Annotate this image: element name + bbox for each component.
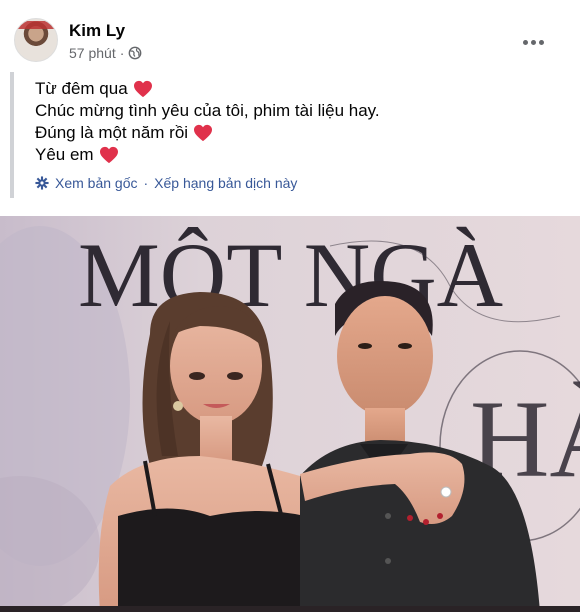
post-card: Kim Ly 57 phút · Từ đêm qua Chúc mừng tì…: [0, 0, 580, 612]
link-separator: ·: [143, 175, 149, 191]
globe-icon[interactable]: [128, 46, 142, 60]
post-header: Kim Ly 57 phút ·: [14, 18, 566, 68]
heart-icon: [194, 124, 213, 142]
post-time[interactable]: 57 phút: [69, 45, 116, 61]
post-line-2: Chúc mừng tình yêu của tôi, phim tài liệ…: [35, 101, 380, 120]
post-line-1: Từ đêm qua: [35, 78, 570, 100]
more-options-button[interactable]: [518, 30, 548, 54]
author-avatar[interactable]: [14, 18, 58, 62]
gear-icon: [35, 176, 49, 190]
rate-translation-link[interactable]: Xếp hạng bản dịch này: [154, 175, 297, 191]
translation-bar: Xem bản gốc · Xếp hạng bản dịch này: [35, 175, 570, 191]
author-name[interactable]: Kim Ly: [69, 21, 125, 41]
see-original-link[interactable]: Xem bản gốc: [55, 175, 138, 191]
post-text: Từ đêm qua Chúc mừng tình yêu của tôi, p…: [10, 72, 570, 198]
post-line-3: Đúng là một năm rồi: [35, 122, 570, 144]
post-line-4: Yêu em: [35, 144, 570, 166]
backdrop-title: MỘT NGÀ: [78, 224, 503, 326]
meta-dot: ·: [119, 45, 125, 61]
heart-icon: [99, 146, 118, 164]
post-photo[interactable]: MỘT NGÀ HÀ: [0, 216, 580, 612]
heart-icon: [133, 80, 152, 98]
post-meta: 57 phút ·: [69, 45, 142, 61]
photo-illustration: MỘT NGÀ HÀ: [0, 216, 580, 612]
